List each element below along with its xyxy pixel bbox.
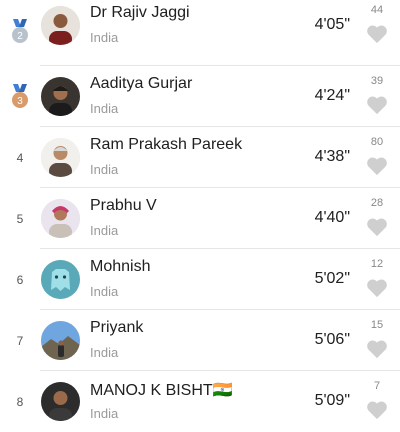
- list-item[interactable]: 7 Priyank India 5'06" 15: [0, 310, 400, 371]
- avatar[interactable]: [41, 321, 80, 360]
- finish-time: 4'24": [314, 87, 350, 104]
- list-item[interactable]: 6 Mohnish India 5'02" 12: [0, 249, 400, 310]
- player-country: India: [90, 345, 119, 360]
- person-avatar-icon: [41, 138, 80, 177]
- rank-number: 7: [16, 333, 24, 348]
- player-name: Aaditya Gurjar: [90, 75, 193, 92]
- player-country: India: [90, 406, 119, 421]
- like-count: 28: [370, 197, 384, 209]
- player-name: Dr Rajiv Jaggi: [90, 4, 190, 21]
- heart-icon[interactable]: [366, 339, 388, 359]
- bronze-medal-icon: 3: [12, 84, 28, 108]
- like-count: 39: [370, 75, 384, 87]
- list-item[interactable]: 5 Prabhu V India 4'40" 28: [0, 188, 400, 249]
- list-item[interactable]: 4 Ram Prakash Pareek India 4'38" 80: [0, 127, 400, 188]
- like-count: 7: [373, 380, 381, 392]
- rank-number: 6: [16, 272, 24, 287]
- person-avatar-icon: [41, 6, 80, 45]
- finish-time: 4'40": [314, 209, 350, 226]
- heart-icon[interactable]: [366, 400, 388, 420]
- player-name: Prabhu V: [90, 197, 157, 214]
- person-avatar-icon: [41, 382, 80, 421]
- heart-icon[interactable]: [366, 278, 388, 298]
- list-item[interactable]: 2 Dr Rajiv Jaggi India 4'05" 44: [0, 0, 400, 56]
- person-avatar-icon: [41, 199, 80, 238]
- finish-time: 4'05": [314, 16, 350, 33]
- avatar[interactable]: [41, 138, 80, 177]
- avatar[interactable]: [41, 6, 80, 45]
- heart-icon[interactable]: [366, 95, 388, 115]
- finish-time: 5'06": [314, 331, 350, 348]
- heart-icon[interactable]: [366, 24, 388, 44]
- robot-avatar-icon: [41, 260, 80, 299]
- like-count: 12: [370, 258, 384, 270]
- player-name: MANOJ K BISHT🇮🇳: [90, 382, 233, 399]
- player-name: Ram Prakash Pareek: [90, 136, 243, 153]
- person-avatar-icon: [41, 77, 80, 116]
- rank-number: 2: [17, 31, 23, 42]
- player-country: India: [90, 284, 119, 299]
- player-country: India: [90, 162, 119, 177]
- player-country: India: [90, 223, 119, 238]
- landscape-avatar-icon: [41, 321, 80, 360]
- finish-time: 5'02": [314, 270, 350, 287]
- rank-number: 3: [17, 96, 23, 107]
- rank-number: 5: [16, 211, 24, 226]
- heart-icon[interactable]: [366, 217, 388, 237]
- like-count: 80: [370, 136, 384, 148]
- avatar[interactable]: [41, 77, 80, 116]
- finish-time: 4'38": [314, 148, 350, 165]
- list-item[interactable]: 8 MANOJ K BISHT🇮🇳 India 5'09" 7: [0, 371, 400, 432]
- avatar[interactable]: [41, 199, 80, 238]
- like-count: 15: [370, 319, 384, 331]
- player-name: Mohnish: [90, 258, 151, 275]
- like-count: 44: [370, 4, 384, 16]
- player-name: Priyank: [90, 319, 144, 336]
- rank-number: 8: [16, 394, 24, 409]
- player-country: India: [90, 30, 119, 45]
- rank-number: 4: [16, 150, 24, 165]
- player-country: India: [90, 101, 119, 116]
- avatar[interactable]: [41, 382, 80, 421]
- avatar[interactable]: [41, 260, 80, 299]
- finish-time: 5'09": [314, 392, 350, 409]
- heart-icon[interactable]: [366, 156, 388, 176]
- silver-medal-icon: 2: [12, 19, 28, 43]
- list-item[interactable]: 3 Aaditya Gurjar India 4'24" 39: [0, 66, 400, 127]
